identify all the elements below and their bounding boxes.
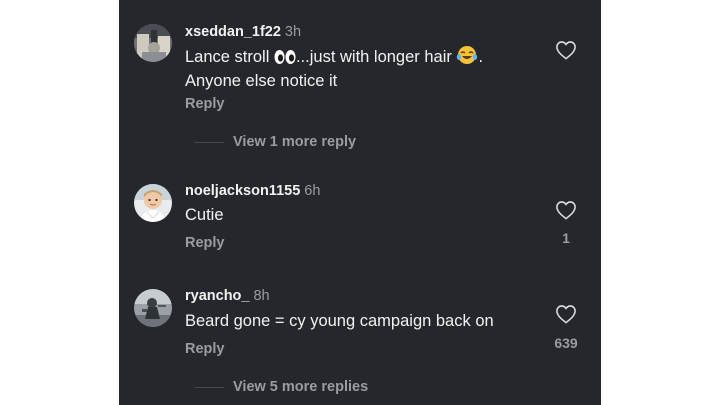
comments-panel: xseddan_1f22 3h Lance stroll ...just with… — [119, 0, 601, 405]
reply-button[interactable]: Reply — [185, 95, 225, 113]
reply-button[interactable]: Reply — [185, 234, 225, 252]
comment-text-part: ...just with longer hair — [295, 48, 457, 66]
heart-outline-icon[interactable] — [555, 40, 577, 65]
comment-header: noeljackson1155 6h — [185, 182, 320, 200]
divider — [194, 141, 224, 143]
comment-text-part: Lance stroll — [185, 48, 274, 66]
comment-text: Cutie — [185, 206, 224, 224]
comment-text-part: . — [478, 48, 484, 66]
username[interactable]: xseddan_1f22 — [185, 24, 281, 40]
view-replies-label: View 1 more reply — [233, 134, 357, 150]
view-more-replies-button[interactable]: View 5 more replies — [194, 378, 368, 396]
like-count: 1 — [562, 230, 570, 246]
comment-header: ryancho_ 8h — [185, 287, 270, 305]
eyes-emoji-icon — [274, 49, 296, 71]
comment-text: Lance stroll ...just with longer hair . … — [185, 45, 525, 92]
username[interactable]: ryancho_ — [185, 288, 249, 304]
timestamp: 8h — [253, 288, 270, 304]
avatar[interactable] — [134, 24, 172, 62]
view-replies-label: View 5 more replies — [233, 379, 369, 395]
comment-text-part: Anyone else notice it — [185, 72, 338, 90]
avatar[interactable] — [134, 184, 172, 222]
timestamp: 6h — [304, 183, 321, 199]
timestamp: 3h — [284, 24, 302, 40]
avatar[interactable] — [134, 289, 172, 327]
laughing-emoji-icon — [456, 45, 478, 71]
username[interactable]: noeljackson1155 — [185, 183, 300, 199]
heart-outline-icon[interactable] — [555, 304, 577, 329]
reply-button[interactable]: Reply — [185, 340, 225, 358]
divider — [194, 386, 224, 388]
comment-text: Beard gone = cy young campaign back on — [185, 312, 494, 330]
heart-outline-icon[interactable] — [555, 200, 577, 225]
view-more-replies-button[interactable]: View 1 more reply — [194, 133, 356, 151]
comment-header: xseddan_1f22 3h — [185, 23, 301, 41]
like-count: 639 — [554, 335, 578, 351]
